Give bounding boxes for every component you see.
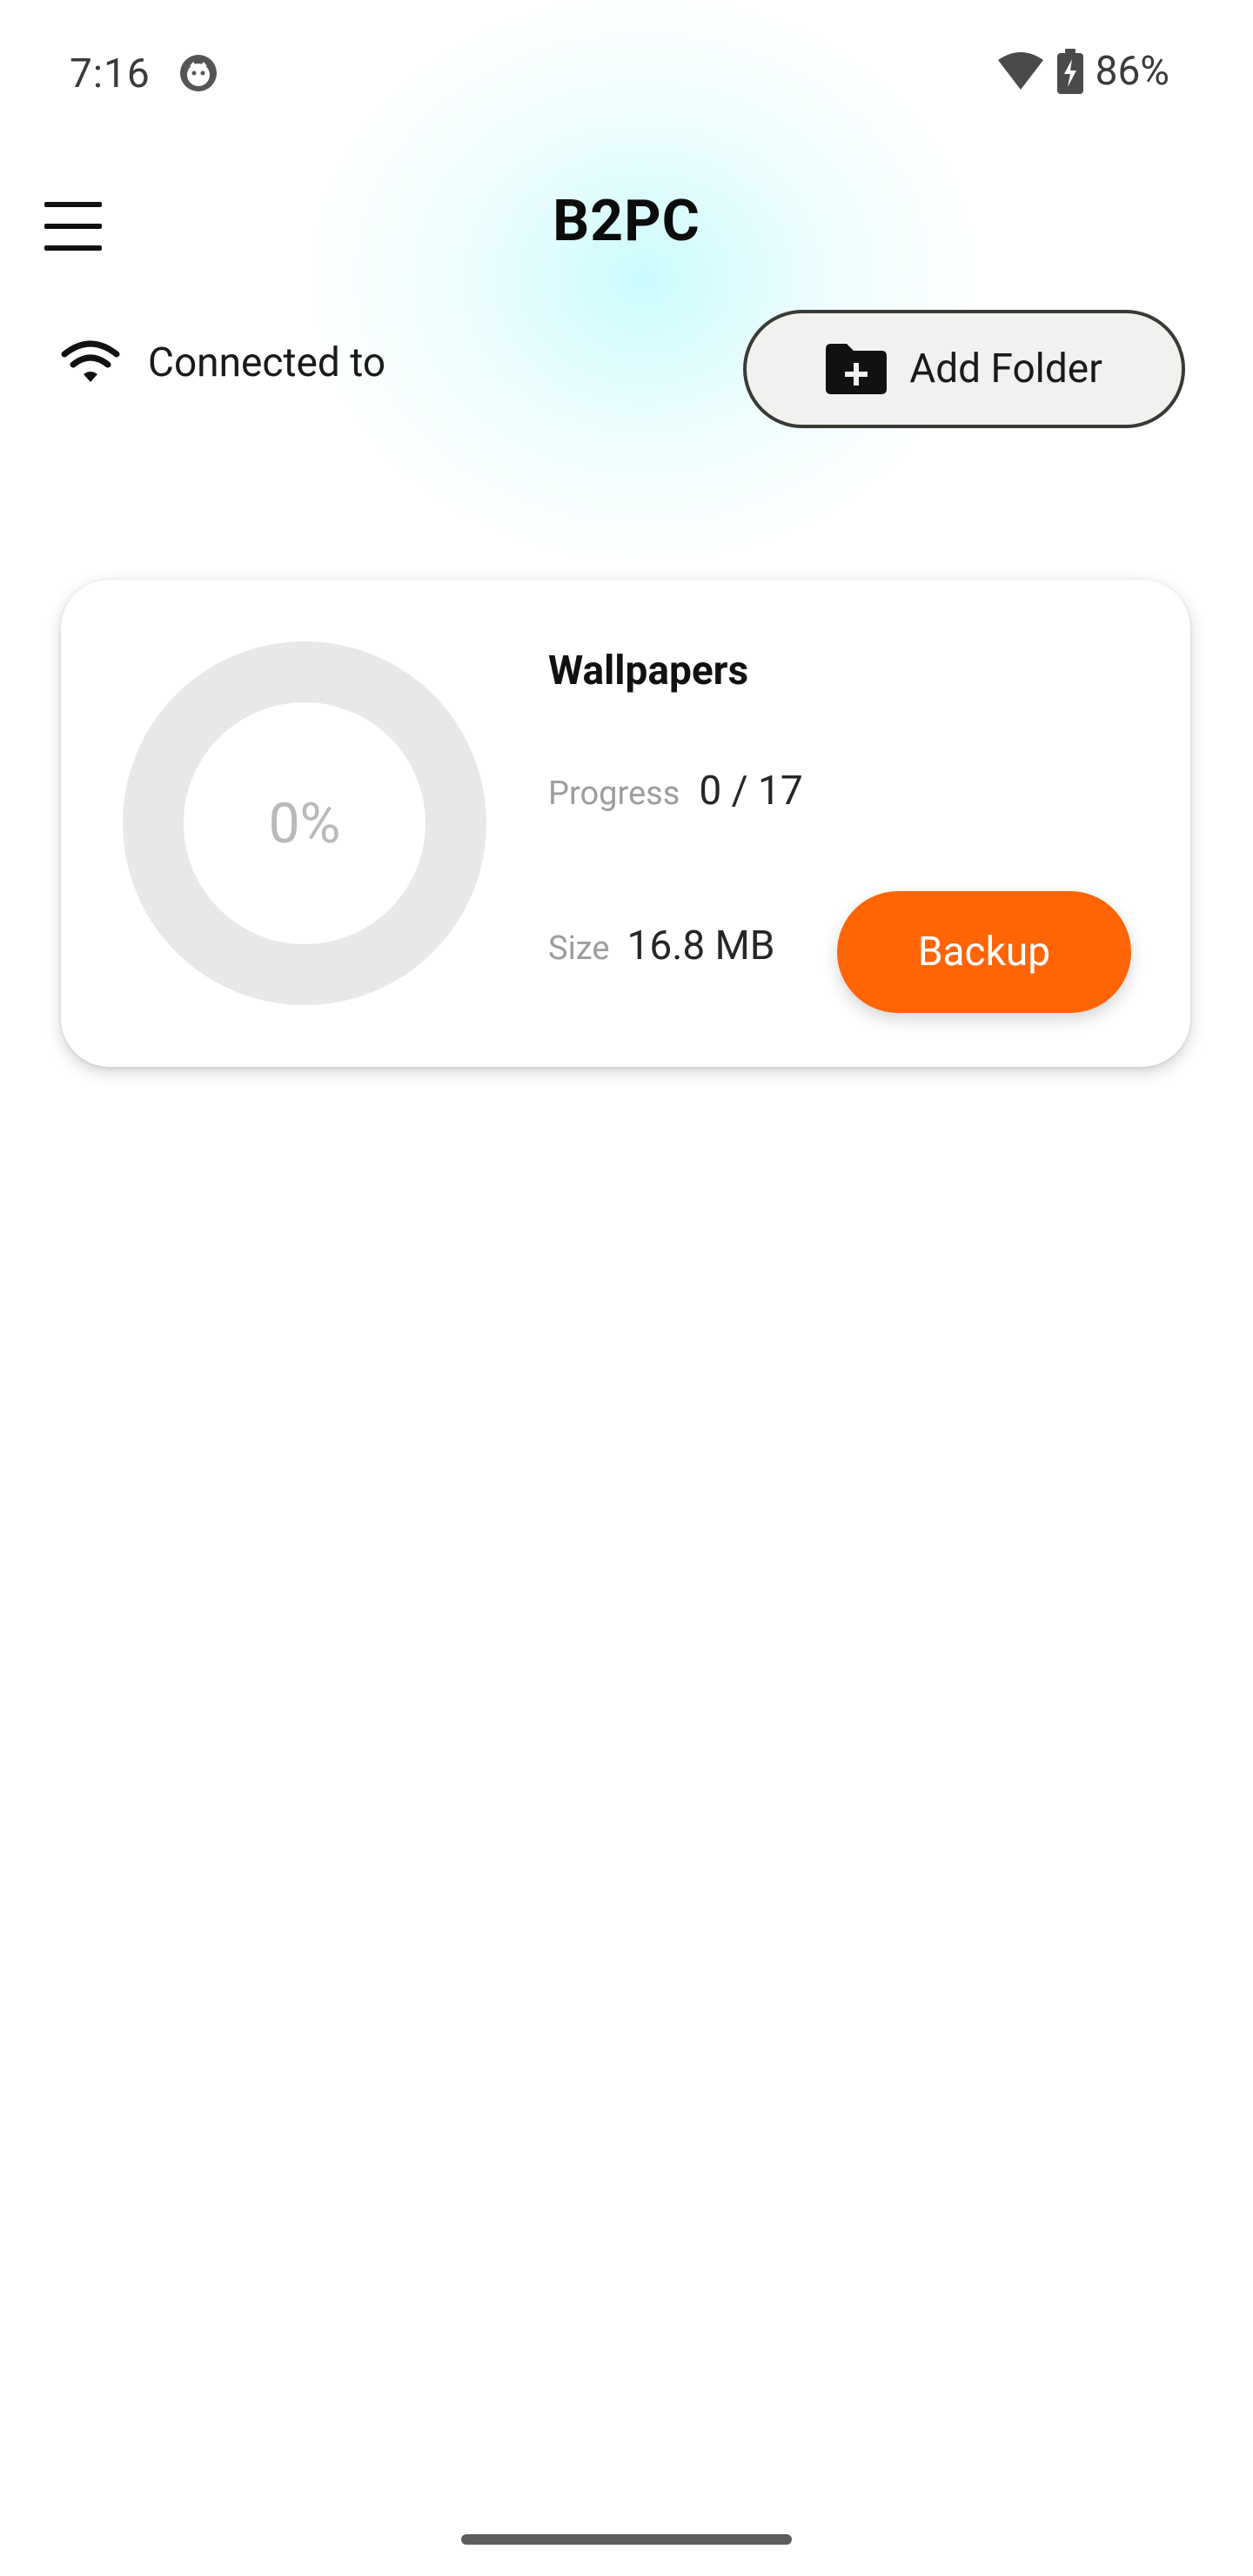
status-time: 7:16 xyxy=(70,50,151,97)
face-icon xyxy=(180,55,217,91)
add-folder-label: Add Folder xyxy=(909,345,1102,392)
connection-text: Connected to xyxy=(148,339,386,386)
wifi-icon xyxy=(61,340,120,382)
battery-percent: 86% xyxy=(1095,48,1169,95)
progress-label: Progress xyxy=(548,775,680,813)
size-value: 16.8 MB xyxy=(626,922,775,969)
size-label: Size xyxy=(548,929,610,968)
add-folder-button[interactable]: Add Folder xyxy=(743,310,1185,428)
page-title: B2PC xyxy=(553,188,700,255)
size-row: Size 16.8 MB xyxy=(548,922,774,969)
backup-button[interactable]: Backup xyxy=(837,891,1131,1013)
folder-card: 0% Wallpapers Progress 0 / 17 Size 16.8 … xyxy=(61,580,1190,1067)
wifi-signal-icon xyxy=(997,52,1043,90)
battery-charging-icon xyxy=(1056,49,1083,94)
folder-add-icon xyxy=(826,344,888,394)
progress-row: Progress 0 / 17 xyxy=(548,768,803,815)
connection-status: Connected to xyxy=(61,339,385,386)
progress-value: 0 / 17 xyxy=(699,768,803,815)
progress-percent: 0% xyxy=(268,790,341,856)
gesture-nav-bar[interactable] xyxy=(461,2534,792,2545)
status-icons: 86% xyxy=(996,45,1169,97)
folder-name: Wallpapers xyxy=(548,647,749,694)
background-glow xyxy=(296,0,992,574)
